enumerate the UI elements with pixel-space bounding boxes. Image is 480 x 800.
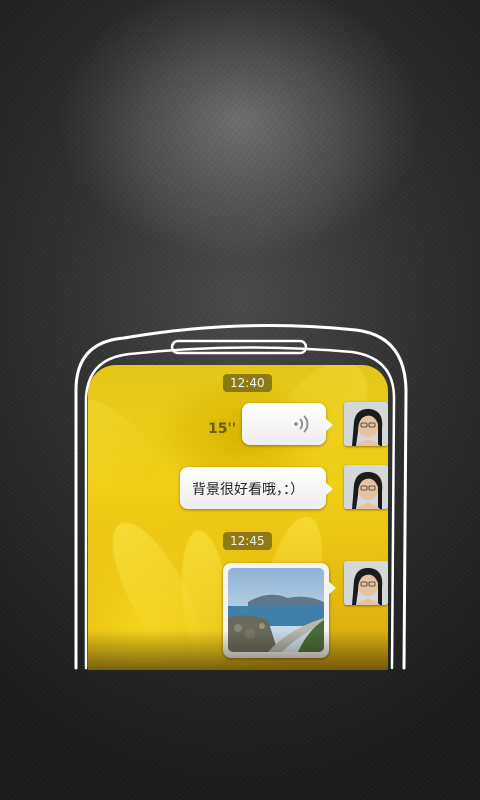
wallpaper-preview: 12:40 15'' 背景很好看哦，：） 12:45 bbox=[0, 0, 480, 800]
phone-outline-drawing bbox=[74, 324, 408, 670]
